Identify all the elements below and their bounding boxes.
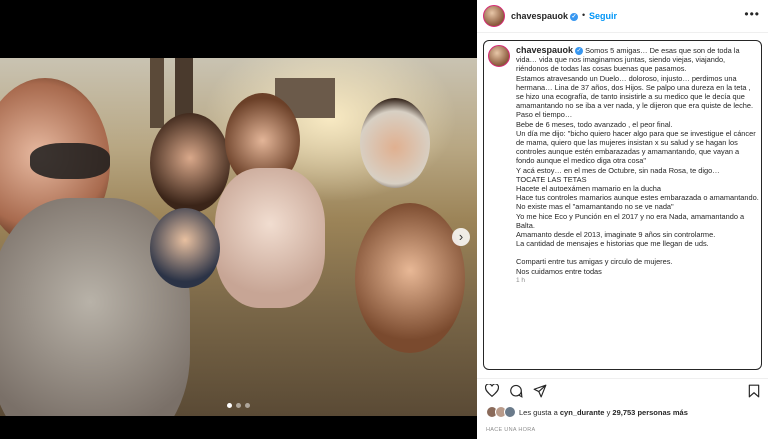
carousel-dot — [245, 403, 250, 408]
verified-icon: ✓ — [570, 12, 579, 21]
separator: • — [582, 10, 586, 20]
caption-box: chavespauok ✓ Somos 5 amigas… De esas que… — [483, 40, 762, 370]
caption-time: 1 h — [516, 276, 526, 284]
caption-line: chavespauok ✓ Somos 5 amigas… De esas que… — [516, 45, 759, 74]
likes-user[interactable]: cyn_durante — [560, 408, 605, 417]
next-slide-button[interactable]: › — [452, 228, 470, 246]
caption: chavespauok ✓ Somos 5 amigas… De esas que… — [516, 45, 759, 285]
caption-line: No existe mas el "amamantando no se ve n… — [516, 202, 674, 212]
caption-line: Un día me dijo: "bicho quiero hacer algo… — [516, 128, 756, 166]
caption-line: Nos cuidamos entre todas — [516, 266, 602, 276]
likes-prefix: Les gusta a — [519, 407, 560, 417]
person-face — [150, 113, 230, 213]
likes-suffix[interactable]: personas más — [635, 408, 687, 417]
heart-icon[interactable] — [484, 383, 500, 400]
baby — [150, 208, 220, 288]
caption-line: Y acá estoy… en el mes de Octubre, sin n… — [516, 165, 720, 175]
likes-text[interactable]: Les gusta a cyn_durante y 29,753 persona… — [519, 408, 688, 417]
person-face — [355, 203, 465, 353]
avatar[interactable] — [483, 5, 505, 27]
likes-count[interactable]: 29,753 — [612, 408, 635, 417]
caption-line: Hace tus controles mamarios aunque estes… — [516, 193, 759, 203]
caption-username[interactable]: chavespauok — [516, 45, 573, 55]
caption-line: Yo me hice Eco y Punción en el 2017 y no… — [516, 211, 745, 230]
username-text: chavespauok — [511, 11, 569, 21]
carousel-dot — [236, 403, 241, 408]
carousel-dots — [0, 403, 477, 408]
caption-line: Estamos atravesando un Duelo… doloroso, … — [516, 73, 754, 111]
carousel-dot — [227, 403, 232, 408]
caption-line: Comparti entre tus amigas y circulo de m… — [516, 257, 673, 267]
follow-button[interactable]: Seguir — [589, 11, 617, 21]
likes-row: Les gusta a cyn_durante y 29,753 persona… — [486, 406, 688, 418]
post-header: chavespauok ✓ • Seguir ••• — [477, 0, 768, 33]
caption-line: TOCATE LAS TETAS — [516, 174, 587, 184]
tree-trunk — [150, 58, 164, 128]
caption-line: Hacete el autoexámen mamario en la ducha — [516, 184, 662, 194]
username-link[interactable]: chavespauok ✓ — [511, 11, 579, 21]
verified-icon: ✓ — [575, 47, 584, 56]
tree-trunk — [175, 58, 193, 118]
post-photo[interactable] — [0, 58, 477, 416]
action-bar — [477, 378, 768, 403]
avatar[interactable] — [488, 45, 510, 67]
person-body — [215, 168, 325, 308]
comment-icon[interactable] — [509, 384, 523, 401]
liker-avatar — [504, 406, 516, 418]
person-face — [360, 98, 430, 188]
caption-line: Amamanto desde el 2013, imaginate 9 años… — [516, 230, 716, 240]
caption-line: La cantidad de mensajes e historias que … — [516, 239, 709, 249]
caption-line: Paso el tiempo… — [516, 110, 573, 120]
post-media: › — [0, 0, 477, 439]
bookmark-icon[interactable] — [748, 384, 760, 401]
more-horizontal-icon[interactable]: ••• — [744, 7, 760, 21]
share-icon[interactable] — [533, 384, 547, 401]
post-panel: chavespauok ✓ • Seguir ••• chavespauok ✓ S… — [477, 0, 768, 439]
caption-line: Bebe de 6 meses, todo avanzado , el peor… — [516, 119, 673, 129]
post-timestamp: HACE UNA HORA — [486, 427, 536, 433]
sunglasses — [30, 143, 110, 179]
